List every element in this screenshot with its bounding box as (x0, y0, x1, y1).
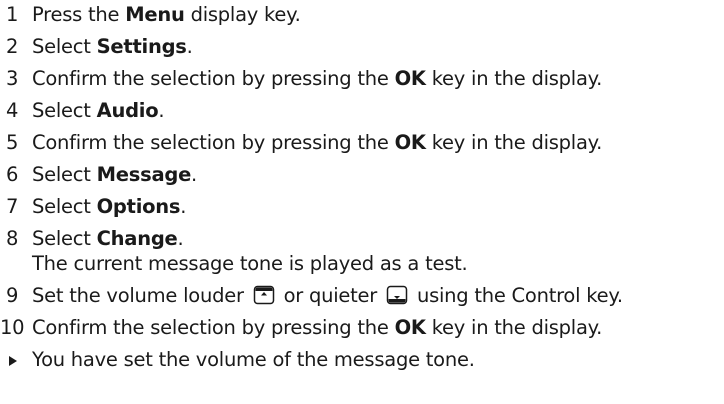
step-text: Press the (32, 3, 126, 26)
step-keyword: Settings (96, 35, 187, 58)
step-text: Select (32, 99, 97, 122)
step-number: 2 (6, 35, 19, 58)
step-number: 5 (6, 131, 19, 154)
step-number: 10 (0, 316, 25, 339)
step-8-continuation: The current message tone is played as a … (32, 252, 468, 275)
step-number: 1 (6, 3, 19, 26)
step-keyword: Options (96, 195, 181, 218)
step-8: 8 Select Change. (0, 227, 184, 251)
step-1: 1 Press the Menu display key. (0, 3, 301, 27)
step-4: 4 Select Audio. (0, 99, 165, 123)
step-text: . (158, 99, 165, 122)
step-keyword: Change (96, 227, 178, 250)
step-number: 8 (6, 227, 19, 250)
step-keyword: Menu (125, 3, 185, 26)
step-text: or quieter (277, 284, 384, 307)
step-number: 3 (6, 67, 19, 90)
step-text: using the Control key. (411, 284, 623, 307)
step-keyword: OK (394, 67, 426, 90)
control-key-up-icon (253, 285, 275, 305)
step-text: key in the display. (425, 67, 603, 90)
step-text: Set the volume louder (32, 284, 250, 307)
step-keyword: Audio (96, 99, 159, 122)
step-2: 2 Select Settings. (0, 35, 193, 59)
step-text: display key. (184, 3, 301, 26)
instruction-document: 1 Press the Menu display key. 2 Select Set… (0, 0, 724, 404)
step-7: 7 Select Options. (0, 195, 186, 219)
step-3: 3 Confirm the selection by pressing the O… (0, 67, 602, 91)
step-6: 6 Select Message. (0, 163, 197, 187)
step-text: Confirm the selection by pressing the (32, 67, 395, 90)
step-5: 5 Confirm the selection by pressing the O… (0, 131, 602, 155)
step-text: key in the display. (425, 316, 603, 339)
step-9: 9 Set the volume louder or quieter using … (0, 284, 623, 308)
step-text: Select (32, 163, 97, 186)
step-text: . (180, 195, 187, 218)
step-text: Confirm the selection by pressing the (32, 316, 395, 339)
step-keyword: Message (96, 163, 192, 186)
step-text: key in the display. (425, 131, 603, 154)
step-number: 9 (6, 284, 19, 307)
control-key-down-icon (386, 285, 408, 305)
step-number: 4 (6, 99, 19, 122)
result-line: You have set the volume of the message t… (0, 348, 475, 372)
step-text: . (186, 35, 193, 58)
step-keyword: OK (394, 316, 426, 339)
step-number: 7 (6, 195, 19, 218)
step-text: Select (32, 227, 97, 250)
step-text: . (177, 227, 184, 250)
result-text: You have set the volume of the message t… (32, 348, 475, 371)
step-10: 10 Confirm the selection by pressing the … (0, 316, 602, 340)
result-arrow-icon (0, 348, 32, 372)
step-text: . (191, 163, 197, 186)
step-text: Select (32, 35, 97, 58)
step-keyword: OK (394, 131, 426, 154)
step-text: Select (32, 195, 97, 218)
step-number: 6 (6, 163, 19, 186)
step-text: Confirm the selection by pressing the (32, 131, 395, 154)
